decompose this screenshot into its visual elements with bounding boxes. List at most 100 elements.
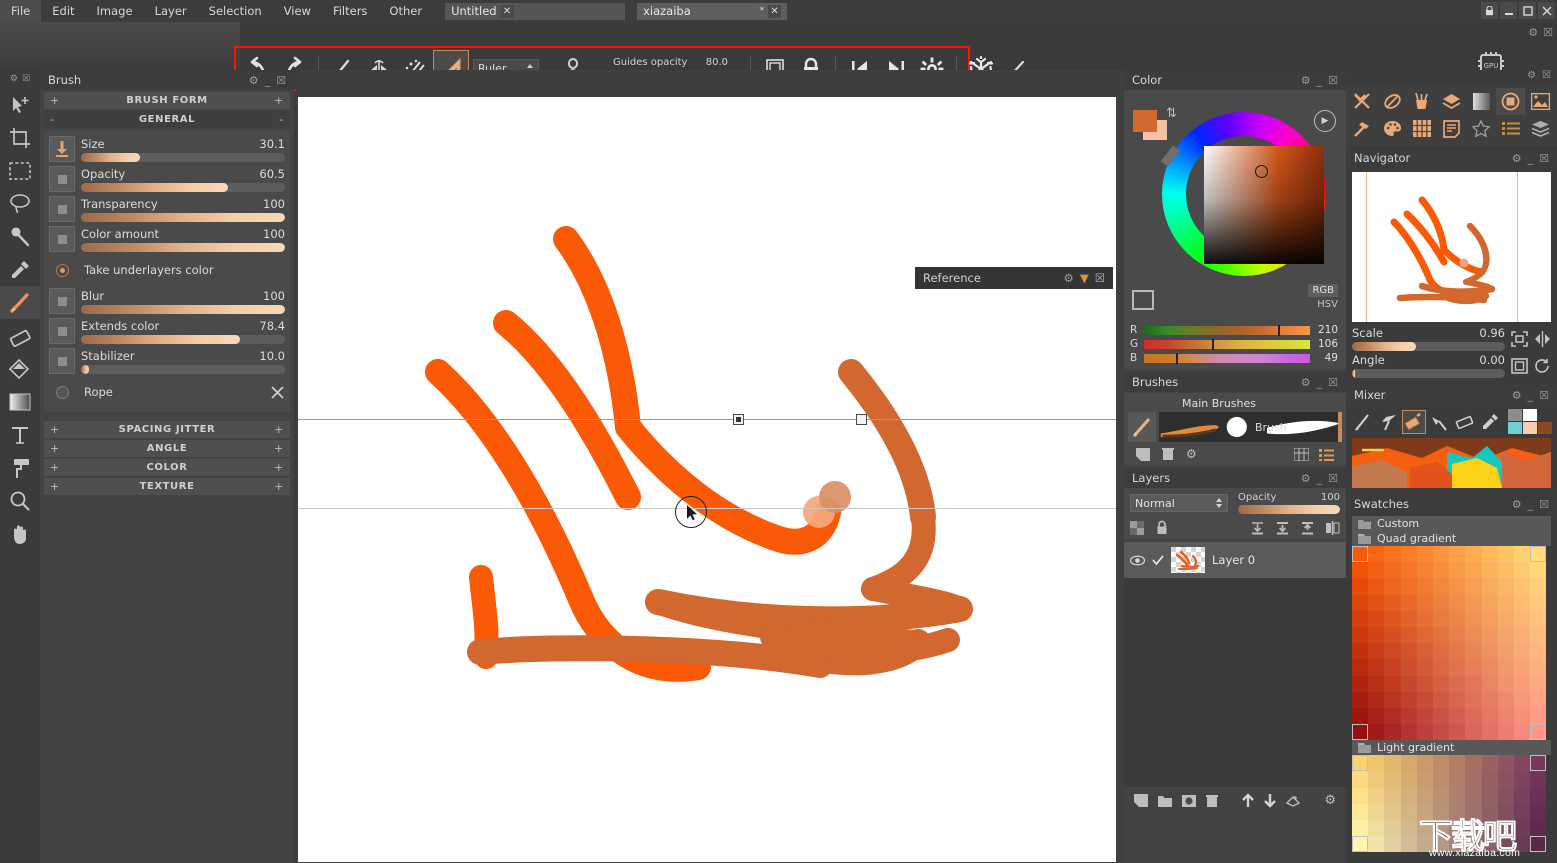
swatch-cell[interactable] [1352,691,1369,708]
close-icon[interactable]: ✕ [500,4,514,18]
swatch-cell[interactable] [1368,578,1385,595]
swatch-cell[interactable] [1497,787,1514,804]
swatch-cell[interactable] [1449,562,1466,579]
close-icon[interactable]: ✕ [768,4,782,18]
swatch-cell[interactable] [1432,675,1450,692]
swatch-cell[interactable] [1530,562,1547,579]
ruler-guide-bottom[interactable] [298,508,1116,509]
swatch-cell[interactable] [1513,546,1531,563]
brush-cup-icon[interactable] [1407,88,1437,115]
stack-icon[interactable] [1525,115,1555,142]
fill-tool[interactable] [0,352,40,385]
swatch-cell[interactable] [1368,643,1385,660]
swatch-cell[interactable] [1432,787,1450,804]
swatch-cell[interactable] [1416,771,1433,788]
swatch-cell[interactable] [1352,675,1369,692]
close-icon[interactable]: ☒ [1328,376,1338,389]
swatch-cell[interactable] [1497,755,1514,772]
mini-swatch[interactable] [1538,422,1553,434]
layer-name[interactable]: Layer 0 [1212,553,1255,567]
maximize-icon[interactable] [1519,2,1536,19]
layer-list[interactable]: Layer 0 [1124,542,1346,787]
swatch-cell[interactable] [1497,707,1514,725]
swatch-cell[interactable] [1497,659,1514,676]
magic-wand-tool[interactable] [0,220,40,253]
menu-view[interactable]: View [273,0,322,22]
swatch-cell[interactable] [1432,771,1450,788]
minimize-icon[interactable]: _ [265,74,271,87]
foreground-color-swatch[interactable] [1133,110,1157,132]
swatch-cell[interactable] [1368,546,1385,563]
gear-icon[interactable]: ⚙ [249,74,259,87]
section-angle[interactable]: + ANGLE + [44,440,290,457]
swatch-cell[interactable] [1465,578,1482,595]
swatch-cell[interactable] [1530,546,1547,563]
swatch-cell[interactable] [1465,659,1482,676]
angle-slider[interactable] [1352,369,1505,378]
swatch-cell[interactable] [1368,724,1385,741]
swatch-cell[interactable] [1497,610,1514,627]
gear-icon[interactable]: ⚙ [1528,26,1538,39]
close-icon[interactable]: ☒ [1328,472,1338,485]
notes-icon[interactable] [1437,115,1467,142]
swatch-cell[interactable] [1465,643,1482,660]
swatch-cell[interactable] [1449,771,1466,788]
swatch-cell[interactable] [1530,724,1547,741]
guide-handle-selected[interactable] [733,414,744,425]
swatch-cell[interactable] [1513,755,1531,772]
close-icon[interactable]: ☒ [1539,152,1549,165]
swatch-cell[interactable] [1481,562,1498,579]
blend-mode-select[interactable]: Normal [1130,494,1228,512]
minimize-icon[interactable]: _ [1317,376,1323,389]
eyedropper-tool[interactable] [0,253,40,286]
zoom-tool[interactable] [0,484,40,517]
grid-view-icon[interactable] [1294,447,1309,461]
swatch-cell[interactable] [1384,724,1401,741]
delete-brush-icon[interactable] [1162,447,1174,461]
swatch-cell[interactable] [1400,610,1417,627]
list-icon[interactable] [1496,115,1526,142]
swatch-cell[interactable] [1352,594,1369,611]
swatch-cell[interactable] [1497,724,1514,741]
swatch-cell[interactable] [1368,626,1385,644]
swatch-cell[interactable] [1368,771,1385,788]
swatches-icon[interactable] [1407,115,1437,142]
actual-size-icon[interactable] [1511,357,1528,374]
section-brush-form[interactable]: + BRUSH FORM + [44,92,290,109]
swatch-cell[interactable] [1416,626,1433,644]
gradient-icon[interactable] [1466,88,1496,115]
mini-swatch[interactable] [1538,409,1553,421]
layer-check-icon[interactable] [1152,554,1164,566]
swatch-cell[interactable] [1416,691,1433,708]
swatch-cell[interactable] [1449,787,1466,804]
reference-panel[interactable]: Reference ⚙ ▼ ☒ [915,267,1113,289]
move-layer-up-icon[interactable] [1242,793,1254,808]
swatch-cell[interactable] [1384,659,1401,676]
new-layer-icon[interactable] [1134,794,1148,807]
swatch-cell[interactable] [1513,562,1531,579]
square-icon[interactable] [49,226,75,252]
color-wheel-area[interactable]: ⇅ ▶ RGB HSV [1124,90,1346,320]
mini-swatch[interactable] [1523,422,1538,434]
swatch-cell[interactable] [1449,675,1466,692]
swatch-cell[interactable] [1449,578,1466,595]
swatch-cell[interactable] [1449,707,1466,725]
swatch-cell[interactable] [1384,755,1401,772]
close-icon[interactable]: ☒ [1542,70,1551,84]
swatch-cell[interactable] [1384,562,1401,579]
minimize-icon[interactable]: _ [1317,472,1323,485]
swatch-cell[interactable] [1513,626,1531,644]
swatch-cell[interactable] [1497,594,1514,611]
rect-select-tool[interactable] [0,154,40,187]
swatch-cell[interactable] [1352,562,1369,579]
gear-icon[interactable]: ⚙ [1301,472,1311,485]
add-mask-icon[interactable] [1182,794,1196,807]
layer-item-0[interactable]: Layer 0 [1124,542,1346,578]
swatch-cell[interactable] [1400,724,1417,741]
collapse-icon[interactable]: ▼ [1080,271,1089,285]
swatch-cell[interactable] [1449,626,1466,644]
extends-color-slider[interactable] [81,334,285,344]
swatch-cell[interactable] [1416,787,1433,804]
swatch-cell[interactable] [1497,675,1514,692]
gear-icon[interactable]: ⚙ [1512,389,1522,402]
